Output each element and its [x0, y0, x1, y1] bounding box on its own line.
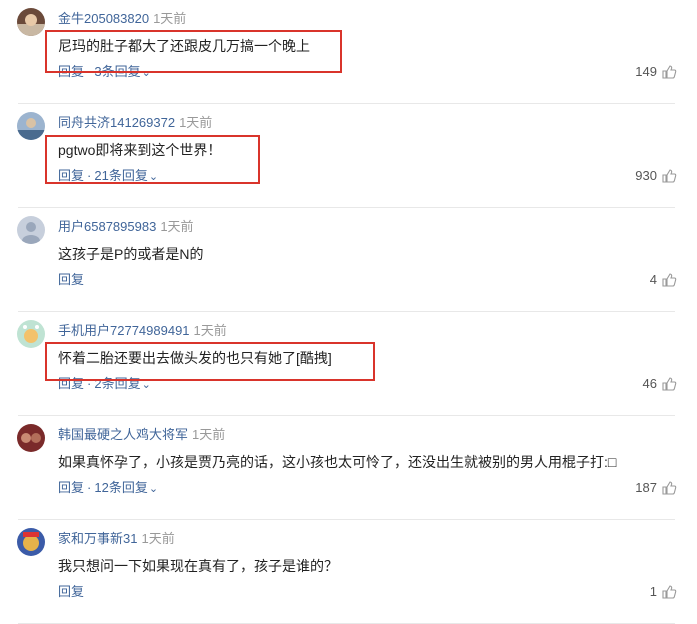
avatar[interactable]	[17, 8, 45, 36]
reply-count-link[interactable]: 3条回复	[94, 64, 140, 79]
comment-text: 尼玛的肚子都大了还跟皮几万搞一个晚上	[58, 38, 310, 54]
comment-actions: 回复 · 2条回复⌄	[58, 374, 151, 395]
like-count: 1	[649, 584, 657, 599]
chevron-down-icon[interactable]: ⌄	[142, 379, 151, 391]
timestamp: 1天前	[192, 427, 226, 442]
chevron-down-icon[interactable]: ⌄	[142, 67, 151, 79]
username[interactable]: 家和万事新31	[58, 531, 137, 546]
comment-actions: 回复 · 12条回复⌄	[58, 478, 158, 499]
timestamp: 1天前	[193, 323, 227, 338]
timestamp: 1天前	[160, 219, 194, 234]
username[interactable]: 韩国最硬之人鸡大将军	[58, 427, 188, 442]
reply-count-link[interactable]: 21条回复	[94, 168, 147, 183]
like-count: 4	[649, 272, 657, 287]
reply-button[interactable]: 回复	[58, 272, 84, 287]
separator: ·	[87, 376, 92, 391]
comment-meta: 用户6587895983 1天前	[58, 218, 194, 236]
separator: ·	[87, 168, 92, 183]
comment-item: 用户6587895983 1天前 这孩子是P的或者是N的 回复 4	[0, 208, 697, 312]
thumbs-up-icon[interactable]	[661, 64, 677, 80]
comment-text: pgtwo即将来到这个世界！	[58, 142, 222, 158]
comment-item: 金牛205083820 1天前 尼玛的肚子都大了还跟皮几万搞一个晚上 回复 · 3条回…	[0, 0, 697, 104]
username[interactable]: 用户6587895983	[58, 219, 156, 234]
username[interactable]: 同舟共济141269372	[58, 115, 175, 130]
like-area: 149	[635, 62, 677, 82]
reply-button[interactable]: 回复	[58, 376, 84, 391]
like-count: 187	[635, 480, 657, 495]
avatar[interactable]	[17, 424, 45, 452]
reply-button[interactable]: 回复	[58, 584, 84, 599]
reply-button[interactable]: 回复	[58, 168, 84, 183]
timestamp: 1天前	[141, 531, 175, 546]
comment-item: 手机用户72774989491 1天前 怀着二胎还要出去做头发的也只有她了[酷拽]…	[0, 312, 697, 416]
avatar[interactable]	[17, 216, 45, 244]
comment-actions: 回复 · 21条回复⌄	[58, 166, 158, 187]
like-area: 930	[635, 166, 677, 186]
comment-text: 这孩子是P的或者是N的	[58, 246, 204, 262]
comment-item: 韩国最硬之人鸡大将军 1天前 如果真怀孕了，小孩是贾乃亮的话，这小孩也太可怜了，还…	[0, 416, 697, 520]
reply-count-link[interactable]: 2条回复	[94, 376, 140, 391]
comment-actions: 回复	[58, 582, 84, 602]
comment-meta: 同舟共济141269372 1天前	[58, 114, 212, 132]
thumbs-up-icon[interactable]	[661, 376, 677, 392]
username[interactable]: 金牛205083820	[58, 11, 149, 26]
avatar[interactable]	[17, 528, 45, 556]
comment-item: 同舟共济141269372 1天前 pgtwo即将来到这个世界！ 回复 · 21条回复…	[0, 104, 697, 208]
like-count: 149	[635, 64, 657, 79]
avatar[interactable]	[17, 320, 45, 348]
like-area: 46	[643, 374, 677, 394]
chevron-down-icon[interactable]: ⌄	[149, 483, 158, 495]
thumbs-up-icon[interactable]	[661, 272, 677, 288]
like-count: 46	[642, 376, 657, 391]
comment-text: 我只想问一下如果现在真有了，孩子是谁的？	[58, 558, 338, 574]
thumbs-up-icon[interactable]	[661, 168, 677, 184]
comment-meta: 家和万事新31 1天前	[58, 530, 175, 548]
comment-text: 怀着二胎还要出去做头发的也只有她了[酷拽]	[58, 350, 332, 366]
comment-actions: 回复 · 3条回复⌄	[58, 62, 151, 83]
separator: ·	[87, 480, 92, 495]
like-area: 187	[635, 478, 677, 498]
like-count: 930	[635, 168, 657, 183]
comment-item: 家和万事新31 1天前 我只想问一下如果现在真有了，孩子是谁的？ 回复 1	[0, 520, 697, 624]
timestamp: 1天前	[179, 115, 213, 130]
comment-text: 如果真怀孕了，小孩是贾乃亮的话，这小孩也太可怜了，还没出生就被别的男人用棍子打:…	[58, 454, 617, 470]
reply-count-link[interactable]: 12条回复	[94, 480, 147, 495]
like-area: 4	[650, 270, 677, 290]
reply-button[interactable]: 回复	[58, 480, 84, 495]
comment-meta: 韩国最硬之人鸡大将军 1天前	[58, 426, 225, 444]
reply-button[interactable]: 回复	[58, 64, 84, 79]
like-area: 1	[650, 582, 677, 602]
timestamp: 1天前	[153, 11, 187, 26]
comment-meta: 金牛205083820 1天前	[58, 10, 186, 28]
comment-actions: 回复	[58, 270, 84, 290]
thumbs-up-icon[interactable]	[661, 480, 677, 496]
thumbs-up-icon[interactable]	[661, 584, 677, 600]
separator: ·	[87, 64, 92, 79]
comment-meta: 手机用户72774989491 1天前	[58, 322, 227, 340]
chevron-down-icon[interactable]: ⌄	[149, 171, 158, 183]
username[interactable]: 手机用户72774989491	[58, 323, 190, 338]
avatar[interactable]	[17, 112, 45, 140]
